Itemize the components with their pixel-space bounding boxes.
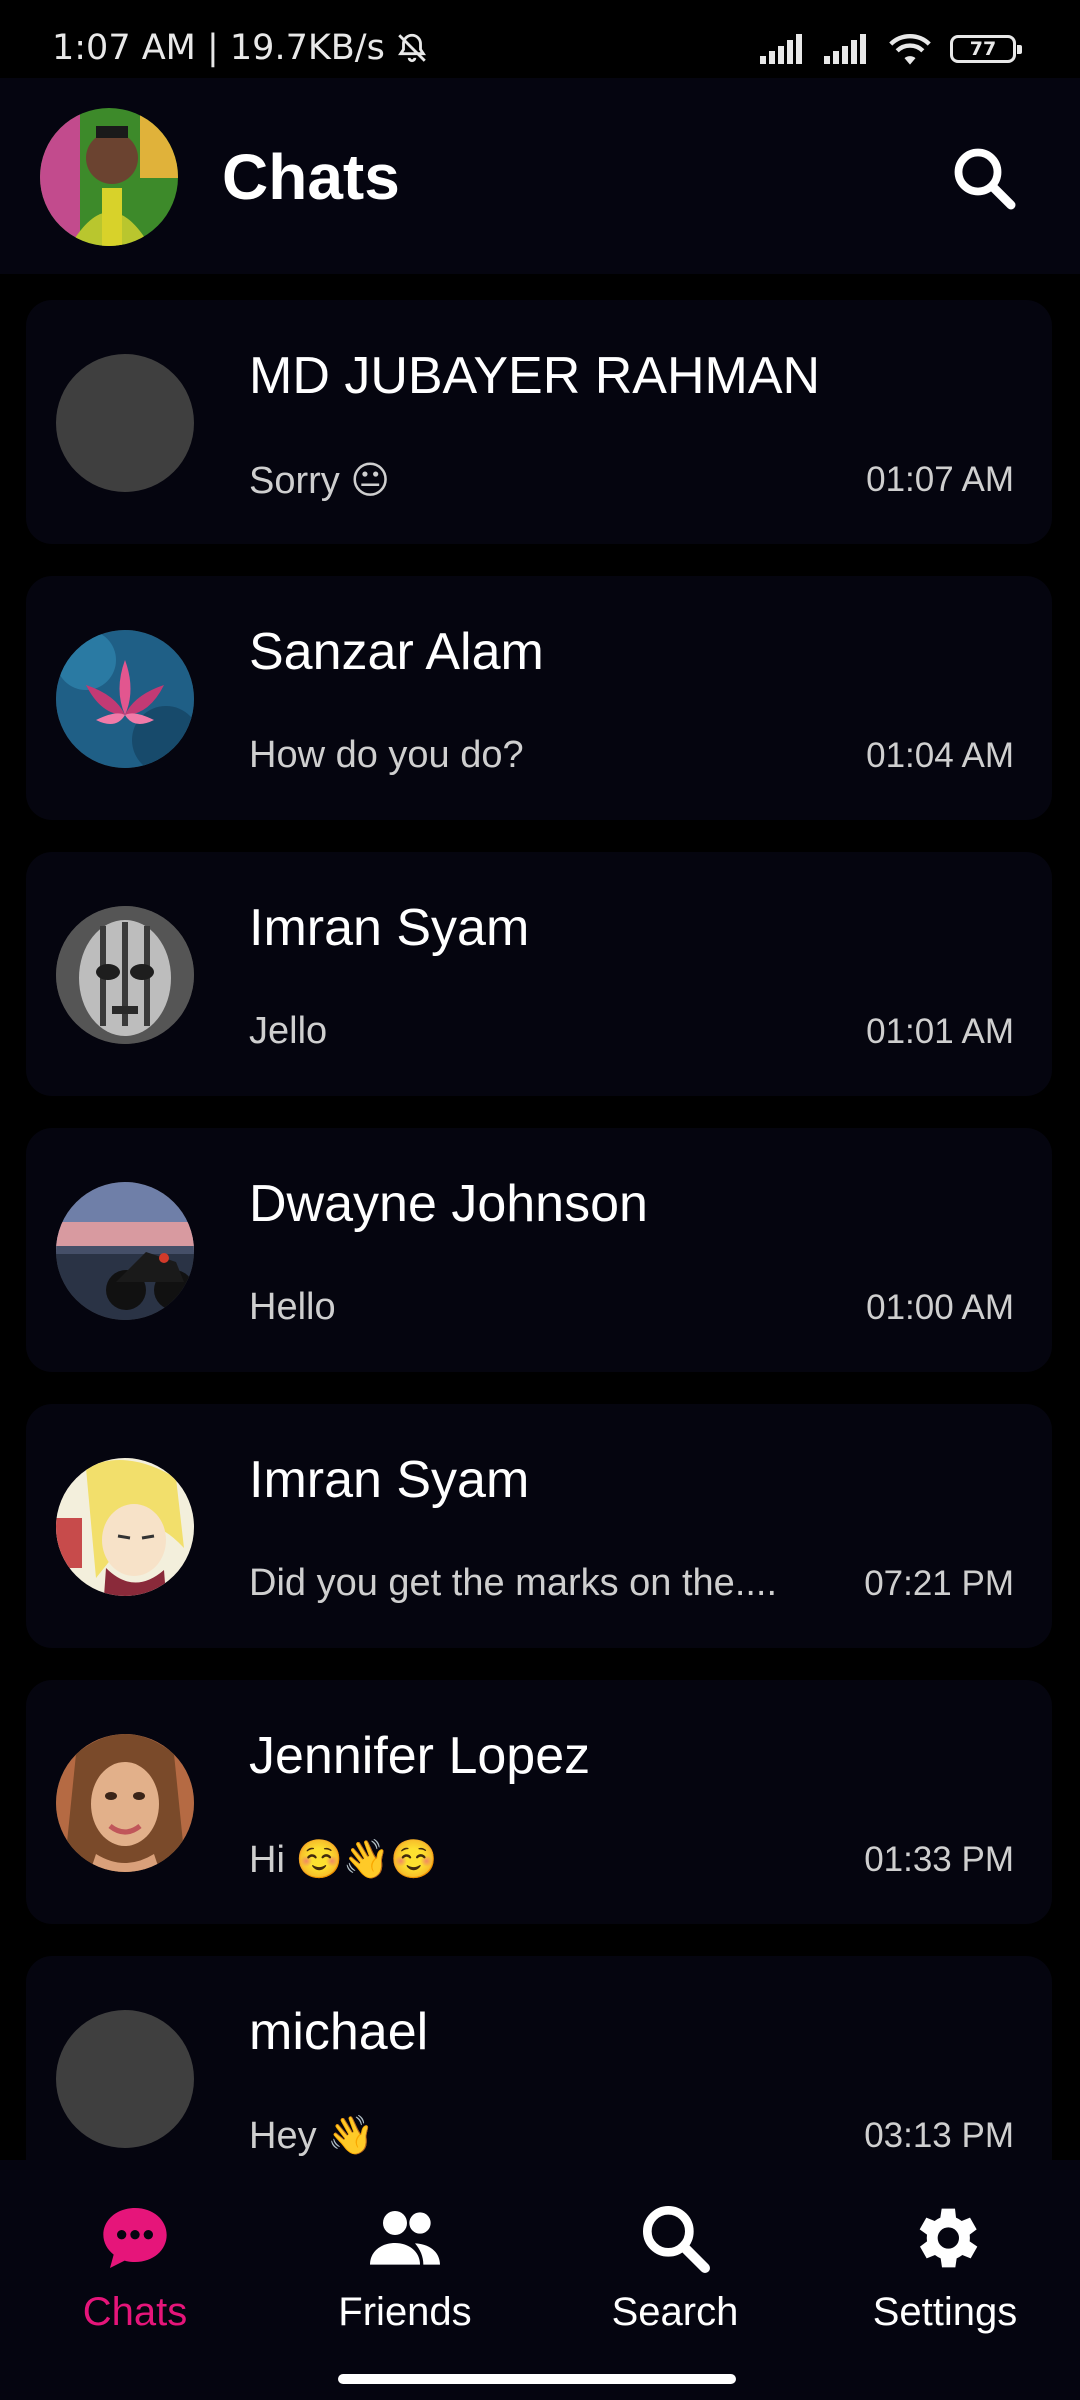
chat-name: Sanzar Alam xyxy=(249,623,544,681)
chat-last-message: Hi ☺️👋☺️ xyxy=(249,1839,438,1881)
avatar xyxy=(56,1182,194,1320)
chat-last-message: Did you get the marks on the.... xyxy=(249,1562,778,1604)
nav-label: Settings xyxy=(872,2290,1018,2334)
people-icon xyxy=(370,2211,440,2265)
chat-last-message: Jello xyxy=(249,1010,328,1052)
avatar xyxy=(56,2010,194,2148)
avatar xyxy=(56,1458,194,1596)
chat-item[interactable]: Imran Syam Jello 01:01 AM xyxy=(26,852,1052,1096)
chat-name: Imran Syam xyxy=(249,1451,530,1509)
chat-list[interactable]: MD JUBAYER RAHMAN Sorry 😐 01:07 AM Sanza… xyxy=(0,274,1080,2160)
chat-name: Jennifer Lopez xyxy=(249,1727,591,1785)
chat-item[interactable]: Imran Syam Did you get the marks on the.… xyxy=(26,1404,1052,1648)
chat-last-message: Sorry 😐 xyxy=(249,460,390,502)
status-bar: 1:07 AM | 19.7KB/s 77 xyxy=(0,0,1080,78)
chat-time: 01:07 AM xyxy=(866,460,1014,499)
avatar xyxy=(56,1734,194,1872)
bottom-nav: Chats Friends Search Settings xyxy=(0,2160,1080,2400)
status-left: 1:07 AM | 19.7KB/s xyxy=(52,28,429,68)
chat-time: 01:33 PM xyxy=(864,1840,1014,1879)
chat-bubble-icon xyxy=(103,2208,167,2268)
status-time: 1:07 AM | 19.7KB/s xyxy=(52,28,385,68)
chat-time: 01:04 AM xyxy=(866,736,1014,775)
avatar xyxy=(56,906,194,1044)
search-icon xyxy=(954,148,1016,210)
chat-name: Imran Syam xyxy=(249,899,530,957)
avatar xyxy=(56,630,194,768)
search-button[interactable] xyxy=(948,142,1020,214)
chat-time: 01:01 AM xyxy=(866,1012,1014,1051)
status-right: 77 xyxy=(760,32,1022,66)
chat-time: 03:13 PM xyxy=(864,2116,1014,2155)
wifi-icon xyxy=(889,33,931,65)
battery-icon: 77 xyxy=(950,35,1022,63)
chat-time: 07:21 PM xyxy=(864,1564,1014,1603)
signal-icon xyxy=(824,34,866,64)
home-indicator xyxy=(338,2374,736,2384)
chat-item[interactable]: Jennifer Lopez Hi ☺️👋☺️ 01:33 PM xyxy=(26,1680,1052,1924)
profile-avatar[interactable] xyxy=(40,108,178,246)
page-title: Chats xyxy=(222,141,400,213)
app-bar: Chats xyxy=(0,78,1080,274)
nav-label: Friends xyxy=(338,2290,472,2334)
nav-label: Chats xyxy=(82,2290,188,2334)
nav-friends[interactable]: Friends xyxy=(295,2198,515,2348)
chat-item[interactable]: Dwayne Johnson Hello 01:00 AM xyxy=(26,1128,1052,1372)
chat-name: MD JUBAYER RAHMAN xyxy=(249,347,821,405)
signal-icon xyxy=(760,34,802,64)
muted-bell-icon xyxy=(397,33,426,63)
chat-item[interactable]: michael Hey 👋 03:13 PM xyxy=(26,1956,1052,2160)
chat-item[interactable]: Sanzar Alam How do you do? 01:04 AM xyxy=(26,576,1052,820)
chat-name: michael xyxy=(249,2003,429,2061)
nav-label: Search xyxy=(611,2290,739,2334)
avatar xyxy=(56,354,194,492)
nav-search[interactable]: Search xyxy=(565,2198,785,2348)
chat-last-message: How do you do? xyxy=(249,734,524,776)
gear-icon xyxy=(919,2208,978,2268)
nav-settings[interactable]: Settings xyxy=(835,2198,1055,2348)
search-icon xyxy=(642,2205,710,2273)
nav-chats[interactable]: Chats xyxy=(25,2198,245,2348)
chat-last-message: Hello xyxy=(249,1286,336,1328)
chat-name: Dwayne Johnson xyxy=(249,1175,648,1233)
chat-time: 01:00 AM xyxy=(866,1288,1014,1327)
chat-item[interactable]: MD JUBAYER RAHMAN Sorry 😐 01:07 AM xyxy=(26,300,1052,544)
chat-last-message: Hey 👋 xyxy=(249,2115,375,2157)
